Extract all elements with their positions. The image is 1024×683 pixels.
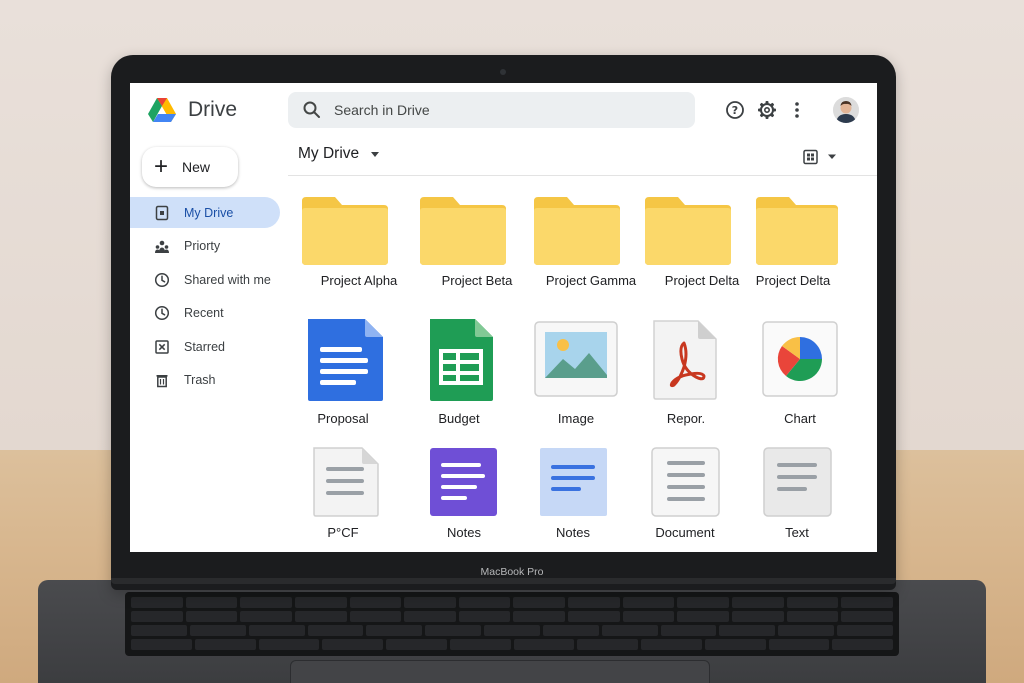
folder-tile[interactable]: Project Beta bbox=[419, 195, 535, 315]
sidebar-item-label: Trash bbox=[184, 373, 216, 388]
trackpad bbox=[290, 660, 710, 683]
file-name: Budget bbox=[438, 411, 480, 426]
text-file-icon bbox=[763, 447, 832, 517]
new-button-label: New bbox=[182, 159, 211, 175]
file-name: Image bbox=[557, 411, 595, 426]
help-icon[interactable]: ? bbox=[724, 99, 746, 121]
new-button[interactable]: + New bbox=[142, 147, 238, 187]
pdf-icon bbox=[653, 320, 717, 400]
sidebar-item-priority[interactable]: Priorty bbox=[130, 231, 280, 262]
google-sheets-icon bbox=[430, 319, 493, 401]
laptop-hinge bbox=[111, 578, 896, 584]
keyboard bbox=[125, 592, 899, 656]
more-vertical-icon[interactable] bbox=[786, 99, 808, 121]
folder-name: Project Alpha bbox=[320, 273, 398, 288]
file-name: Repor. bbox=[666, 411, 706, 426]
sidebar-item-trash[interactable]: Trash bbox=[130, 365, 280, 396]
drive-logo-icon bbox=[148, 98, 176, 122]
file-name: Notes bbox=[447, 525, 481, 540]
page-title: My Drive bbox=[298, 145, 360, 162]
sidebar-item-label: Starred bbox=[184, 339, 225, 354]
file-grid: Project Alpha Project Beta Project Gamma… bbox=[288, 183, 877, 552]
generic-file-icon bbox=[313, 447, 379, 517]
file-tile[interactable]: Text bbox=[763, 445, 877, 552]
search-bar[interactable] bbox=[288, 92, 695, 128]
sidebar-item-label: My Drive bbox=[184, 205, 234, 220]
file-name: Text bbox=[785, 525, 809, 540]
settings-icon[interactable] bbox=[756, 99, 778, 121]
sidebar-item-label: Shared with me bbox=[184, 272, 271, 287]
box-x-icon bbox=[155, 340, 169, 354]
search-icon bbox=[303, 101, 320, 118]
sidebar-item-recent[interactable]: Recent bbox=[130, 298, 280, 329]
file-name: Chart bbox=[784, 411, 816, 426]
sidebar-item-label: Recent bbox=[184, 306, 224, 321]
breadcrumb[interactable]: My Drive bbox=[298, 145, 359, 163]
document-icon bbox=[651, 447, 720, 517]
pie-chart-icon bbox=[762, 321, 838, 397]
svg-text:?: ? bbox=[732, 104, 738, 117]
file-tile[interactable]: Proposal bbox=[301, 317, 417, 437]
avatar-icon bbox=[833, 97, 859, 123]
device-label: MacBook Pro bbox=[480, 566, 544, 578]
image-file-icon bbox=[534, 321, 618, 397]
file-name: Proposal bbox=[317, 411, 369, 426]
file-tile[interactable]: Chart bbox=[762, 317, 877, 437]
folder-name: Project Delta bbox=[755, 273, 831, 288]
file-name: Document bbox=[655, 525, 715, 540]
file-name: P°CF bbox=[327, 525, 359, 540]
sidebar-item-starred[interactable]: Starred bbox=[130, 331, 280, 362]
sidebar-item-my-drive[interactable]: My Drive bbox=[130, 197, 280, 228]
drive-icon bbox=[155, 205, 169, 220]
notes-icon bbox=[430, 448, 497, 516]
folder-tile[interactable]: Project Delta bbox=[644, 195, 760, 315]
sidebar-item-shared-with-me[interactable]: Shared with me bbox=[130, 264, 280, 295]
search-input[interactable] bbox=[334, 102, 674, 118]
plus-icon: + bbox=[154, 153, 169, 180]
chevron-down-icon[interactable] bbox=[370, 151, 380, 159]
folder-name: Project Beta bbox=[441, 273, 513, 288]
folder-tile[interactable]: Project Alpha bbox=[301, 195, 417, 315]
sidebar-nav: My Drive Priorty Shared with me Recent S… bbox=[130, 197, 280, 399]
notes-icon bbox=[540, 448, 607, 516]
trash-icon bbox=[156, 375, 168, 388]
sidebar-item-label: Priorty bbox=[184, 239, 221, 254]
avatar[interactable] bbox=[833, 97, 859, 123]
drive-app-window: Drive ? bbox=[130, 83, 877, 552]
clock-icon bbox=[154, 272, 170, 287]
folder-name: Project Gamma bbox=[545, 273, 637, 288]
camera-icon bbox=[500, 69, 506, 75]
google-docs-icon bbox=[308, 319, 383, 401]
app-title: Drive bbox=[188, 98, 238, 121]
folder-tile[interactable]: Project Delta bbox=[755, 195, 871, 315]
top-bar: Drive ? bbox=[130, 83, 877, 137]
sidebar: + New My Drive Priorty Shared with me Re… bbox=[130, 137, 282, 552]
file-name: Notes bbox=[556, 525, 590, 540]
divider bbox=[288, 175, 877, 176]
folder-tile[interactable]: Project Gamma bbox=[533, 195, 649, 315]
people-icon bbox=[155, 240, 169, 254]
clock-icon bbox=[154, 306, 170, 321]
grid-view-icon[interactable] bbox=[803, 149, 845, 165]
